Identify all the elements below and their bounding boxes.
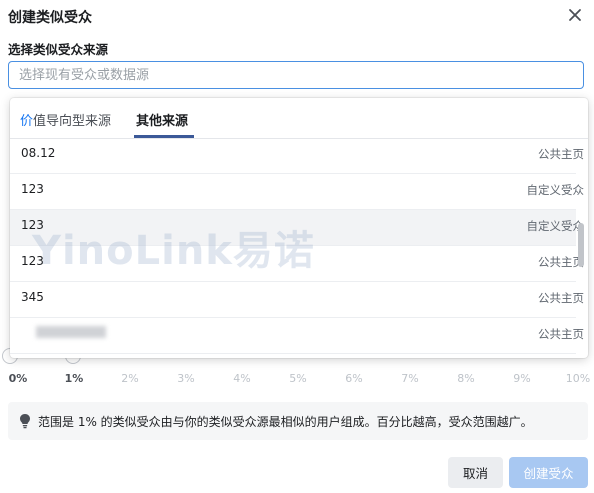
cancel-button[interactable]: 取消: [448, 457, 503, 488]
slider-tick-label: 10%: [565, 372, 591, 385]
lightbulb-icon: [20, 414, 30, 429]
source-name: 123: [21, 182, 44, 196]
redacted-name: [36, 326, 106, 338]
source-dropdown: 价值导向型来源 其他来源 08.12 公共主页 123 自定义受众 123 自定义受众 12…: [10, 98, 588, 358]
source-list: 08.12 公共主页 123 自定义受众 123 自定义受众 123 公共主页 345 公共主页公…: [10, 138, 584, 354]
slider-tick-label: 6%: [345, 372, 363, 385]
info-banner: 范围是 1% 的类似受众由与你的类似受众源最相似的用户组成。百分比越高，受众范围…: [8, 402, 588, 440]
slider-tick-label: 7%: [401, 372, 419, 385]
tab-other-sources[interactable]: 其他来源: [136, 110, 188, 129]
tab-label-prefix: 价: [20, 114, 34, 129]
dropdown-scrollbar[interactable]: [578, 223, 584, 267]
source-list-item[interactable]: 123 自定义受众: [10, 174, 584, 210]
source-name: 123: [21, 254, 44, 268]
source-search-input[interactable]: [9, 62, 583, 88]
create-audience-button[interactable]: 创建受众: [509, 457, 588, 488]
slider-tick-label: 5%: [289, 372, 307, 385]
source-type: 公共主页: [538, 291, 584, 305]
source-search-field[interactable]: [8, 61, 584, 89]
source-name: 08.12: [21, 146, 56, 160]
source-name: 123: [21, 218, 44, 232]
source-type: 公共主页: [538, 147, 584, 161]
slider-tick-label: 8%: [457, 372, 475, 385]
tab-label-rest: 值导向型来源: [33, 114, 112, 129]
source-list-item[interactable]: 123 自定义受众: [10, 210, 584, 246]
slider-tick-label: 0%: [8, 372, 28, 385]
source-list-item[interactable]: 08.12 公共主页: [10, 138, 584, 174]
close-icon[interactable]: [566, 6, 584, 24]
slider-tick-label: 9%: [513, 372, 531, 385]
source-list-item[interactable]: 123 公共主页: [10, 246, 584, 282]
slider-tick-label: 2%: [121, 372, 139, 385]
tab-value-based-sources[interactable]: 价值导向型来源: [20, 110, 111, 129]
source-list-item[interactable]: 公共主页: [10, 318, 584, 354]
source-type: 公共主页: [538, 327, 584, 341]
source-type: 自定义受众: [526, 219, 585, 233]
source-section-label: 选择类似受众来源: [8, 42, 109, 57]
slider-tick-label: 4%: [233, 372, 251, 385]
slider-tick-label: 1%: [64, 372, 84, 385]
source-tabs: 价值导向型来源 其他来源: [10, 98, 588, 139]
info-text: 范围是 1% 的类似受众由与你的类似受众源最相似的用户组成。百分比越高，受众范围…: [38, 414, 533, 429]
slider-tick-label: 3%: [177, 372, 195, 385]
source-type: 自定义受众: [526, 183, 585, 197]
source-list-item[interactable]: 345 公共主页: [10, 282, 584, 318]
source-name: 345: [21, 290, 44, 304]
dialog-title: 创建类似受众: [8, 10, 92, 26]
